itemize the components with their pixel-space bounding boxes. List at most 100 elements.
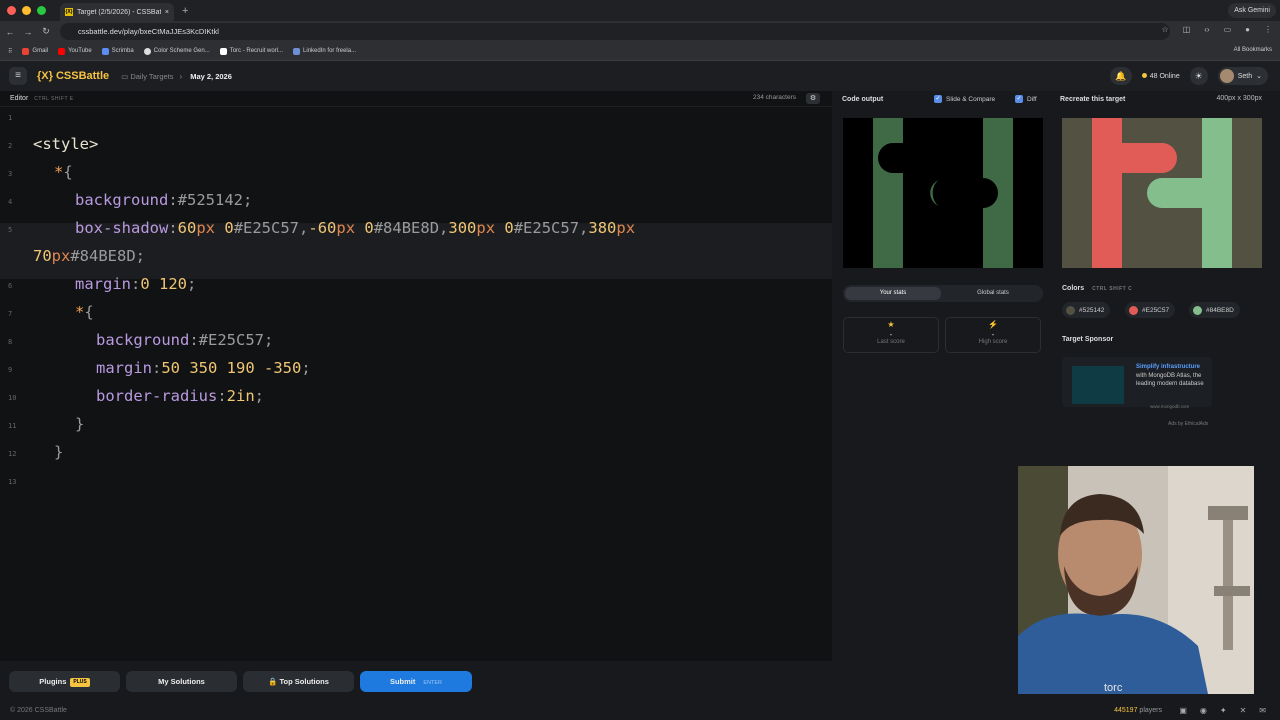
all-bookmarks-button[interactable]: All Bookmarks xyxy=(1234,47,1272,53)
discord-icon[interactable]: ◉ xyxy=(1200,706,1207,715)
line-number: 8 xyxy=(8,338,13,346)
bookmark-star-icon[interactable]: ☆ xyxy=(1162,25,1169,34)
webcam-image: torc xyxy=(1018,466,1254,694)
scrimba-icon xyxy=(101,47,109,55)
breadcrumb-daily-targets[interactable]: ▭ Daily Targets xyxy=(121,72,173,81)
editor-header: Editor CTRL SHIFT E 234 characters ⚙ xyxy=(0,91,832,107)
color-chip[interactable]: #E25C57 xyxy=(1125,302,1176,318)
color-swatch-icon xyxy=(1193,305,1202,315)
line-number: 5 xyxy=(8,226,13,234)
code-line: background:#E25C57; xyxy=(96,331,274,349)
mail-icon[interactable]: ▣ xyxy=(1179,706,1187,715)
tab-your-stats[interactable]: Your stats xyxy=(845,287,941,300)
color-swatch-icon xyxy=(1066,305,1075,315)
forward-icon[interactable]: → xyxy=(20,27,36,37)
tab-title: Target (2/5/2026) - CSSBatt xyxy=(77,8,161,16)
line-number: 7 xyxy=(8,310,13,318)
maximize-window-button[interactable] xyxy=(37,6,46,15)
back-icon[interactable]: ← xyxy=(2,27,18,37)
target-capsule-green xyxy=(1147,178,1232,208)
target-render xyxy=(1062,118,1262,268)
code-output-preview[interactable] xyxy=(843,118,1043,268)
apps-grid-icon[interactable]: ⠿ xyxy=(8,48,12,55)
bookmark-gmail[interactable]: Gmail xyxy=(22,47,48,55)
hamburger-menu-icon[interactable]: ≡ xyxy=(9,67,27,85)
high-score-value: - xyxy=(991,330,995,339)
code-line: margin:50 350 190 -350; xyxy=(96,359,311,377)
cast-icon[interactable]: ▭ xyxy=(1224,25,1232,34)
devtools-icon[interactable]: ‹› xyxy=(1204,25,1209,34)
theme-toggle-sun-icon[interactable]: ☀ xyxy=(1189,67,1208,85)
extensions-icon[interactable]: ◫ xyxy=(1183,25,1191,34)
target-capsule-red xyxy=(1092,143,1177,173)
cssbattle-logo[interactable]: {X} CSSBattle xyxy=(37,70,109,82)
high-score-label: High score xyxy=(978,339,1008,345)
user-menu[interactable]: Seth ⌄ xyxy=(1217,67,1268,85)
new-tab-button[interactable]: + xyxy=(182,5,188,17)
reload-icon[interactable]: ↻ xyxy=(38,26,54,37)
line-number: 6 xyxy=(8,282,13,290)
plugins-button[interactable]: Plugins PLUS xyxy=(9,671,120,692)
slide-compare-toggle[interactable]: ✓ Slide & Compare xyxy=(934,95,995,103)
color-chip[interactable]: #525142 xyxy=(1062,302,1111,318)
footer: © 2026 CSSBattle 445197 players ▣ ◉ ✦ ✕ … xyxy=(0,701,1280,720)
target-preview[interactable] xyxy=(1062,118,1262,268)
bookmark-linkedin[interactable]: LinkedIn for freela... xyxy=(293,47,356,55)
ad-image xyxy=(1072,366,1124,404)
my-solutions-button[interactable]: My Solutions xyxy=(126,671,237,692)
color-chip[interactable]: #84BE8D xyxy=(1189,302,1240,318)
bookmark-color-scheme[interactable]: Color Scheme Gen... xyxy=(143,47,210,55)
svg-text:torc: torc xyxy=(1104,682,1123,694)
ads-by-link[interactable]: Ads by EthicalAds xyxy=(1168,421,1208,427)
bookmark-youtube[interactable]: YouTube xyxy=(58,47,92,55)
torc-icon xyxy=(219,47,227,55)
lightning-icon: ⚡ xyxy=(988,320,998,329)
tab-global-stats[interactable]: Global stats xyxy=(945,287,1041,300)
editor-shortcut: CTRL SHIFT E xyxy=(34,95,74,102)
bluesky-icon[interactable]: ✦ xyxy=(1220,706,1227,715)
last-score-card: ★ - Last score xyxy=(843,317,939,353)
line-number: 12 xyxy=(8,450,17,458)
bookmark-torc[interactable]: Torc - Recruit worl... xyxy=(219,47,283,55)
line-number: 13 xyxy=(8,478,17,486)
code-line: box-shadow:60px 0#E25C57,-60px 0#84BE8D,… xyxy=(75,219,636,237)
character-count: 234 characters xyxy=(753,94,796,101)
browser-tab[interactable]: {X} Target (2/5/2026) - CSSBatt × xyxy=(60,3,174,21)
color-swatch-icon xyxy=(1129,305,1138,315)
checkbox-checked-icon: ✓ xyxy=(1015,95,1023,103)
bookmark-scrimba[interactable]: Scrimba xyxy=(101,47,134,55)
submit-button[interactable]: Submit ENTER xyxy=(360,671,472,692)
output-bar-green-left xyxy=(873,118,903,268)
editor-action-bar: Plugins PLUS My Solutions 🔒 Top Solutions… xyxy=(0,661,832,701)
line-number: 11 xyxy=(8,422,17,430)
code-line: <style> xyxy=(33,135,99,153)
close-tab-icon[interactable]: × xyxy=(165,9,169,16)
sponsor-ad[interactable]: Simplify infrastructure with MongoDB Atla… xyxy=(1062,357,1212,409)
last-score-label: Last score xyxy=(877,339,905,345)
output-capsule xyxy=(878,143,938,173)
gear-icon[interactable]: ⚙ xyxy=(806,93,820,104)
header-right: 🔔 48 Online ☀ Seth ⌄ xyxy=(1109,67,1268,85)
online-count: 48 Online xyxy=(1141,72,1180,80)
diff-toggle[interactable]: ✓ Diff xyxy=(1015,95,1037,103)
notifications-bell-icon[interactable]: 🔔 xyxy=(1109,67,1132,85)
code-line: } xyxy=(54,443,64,461)
toolbar-icons: ☆ ◫ ‹› ▭ ● ⋮ xyxy=(1162,25,1272,34)
profile-icon[interactable]: ● xyxy=(1245,25,1250,34)
email-icon[interactable]: ✉ xyxy=(1259,706,1266,715)
code-line: *{ xyxy=(54,163,73,181)
menu-icon[interactable]: ⋮ xyxy=(1264,25,1272,34)
minimize-window-button[interactable] xyxy=(22,6,31,15)
url-input[interactable]: cssbattle.dev/play/bxeCtMaJJEs3KcDIKtkl xyxy=(60,23,1170,40)
ask-gemini-button[interactable]: Ask Gemini xyxy=(1228,3,1276,18)
x-twitter-icon[interactable]: ✕ xyxy=(1240,706,1247,715)
plus-badge: PLUS xyxy=(70,677,90,687)
sponsor-label: Target Sponsor xyxy=(1062,336,1114,343)
close-window-button[interactable] xyxy=(7,6,16,15)
webcam-overlay: torc xyxy=(1018,466,1254,694)
players-count: 445197 players xyxy=(1114,707,1162,714)
top-solutions-button[interactable]: 🔒 Top Solutions xyxy=(243,671,354,692)
social-links: ▣ ◉ ✦ ✕ ✉ xyxy=(1179,706,1266,715)
high-score-card: ⚡ - High score xyxy=(945,317,1041,353)
cssbattle-favicon: {X} xyxy=(65,8,73,16)
